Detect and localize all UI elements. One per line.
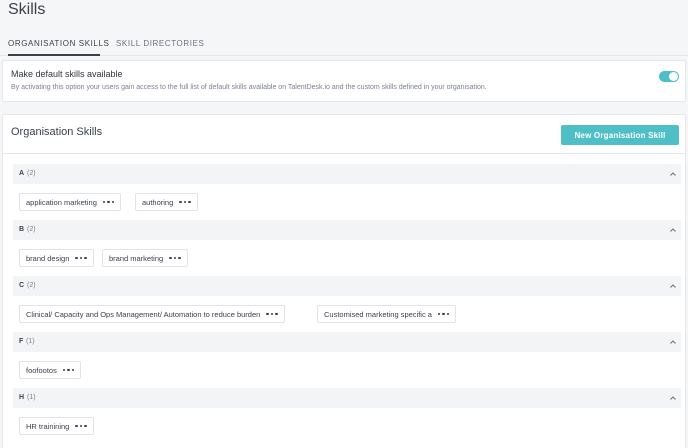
organisation-skills-card: Organisation Skills New Organisation Ski… (2, 114, 686, 448)
skill-chip[interactable]: HR trainining (19, 417, 94, 435)
skill-label: foofootos (26, 365, 57, 375)
skill-label: brand marketing (109, 253, 164, 263)
skill-chip[interactable]: Customised marketing specific a (317, 305, 457, 323)
chevron-up-icon[interactable] (669, 282, 677, 290)
group-letter: F (19, 338, 24, 345)
chevron-up-icon[interactable] (669, 226, 677, 234)
more-options-icon[interactable] (266, 312, 278, 316)
skill-chip[interactable]: application marketing (19, 193, 122, 211)
more-options-icon[interactable] (437, 312, 450, 316)
skill-chip[interactable]: Clinical/ Capacity and Ops Management/ A… (19, 305, 285, 323)
skill-group-header[interactable]: B (2) (13, 220, 681, 240)
skill-group-header[interactable]: H (1) (13, 388, 681, 408)
default-skills-card: Make default skills available By activat… (2, 60, 686, 102)
tab-skill-directories[interactable]: SKILL DIRECTORIES (116, 39, 204, 48)
skill-group-header[interactable]: A (2) (13, 164, 681, 184)
group-letter: H (19, 394, 25, 401)
more-options-icon[interactable] (102, 200, 115, 204)
default-skills-description: By activating this option your users gai… (11, 84, 487, 91)
skill-chip[interactable]: authoring (135, 193, 198, 211)
skill-label: application marketing (26, 197, 97, 207)
group-count: (1) (26, 338, 35, 345)
organisation-skills-title: Organisation Skills (11, 126, 103, 138)
divider (3, 153, 685, 154)
page-title: Skills (8, 1, 46, 18)
more-options-icon[interactable] (62, 368, 75, 372)
skill-chip[interactable]: foofootos (19, 361, 82, 379)
skill-label: Customised marketing specific a (324, 309, 432, 319)
skill-label: Clinical/ Capacity and Ops Management/ A… (26, 309, 261, 319)
skill-label: HR trainining (26, 421, 70, 431)
skill-group-header[interactable]: F (1) (13, 332, 681, 352)
default-skills-title: Make default skills available (11, 69, 123, 79)
group-count: (2) (27, 282, 36, 289)
group-count: (2) (27, 226, 36, 233)
chevron-up-icon[interactable] (669, 394, 677, 402)
tab-organisation-skills[interactable]: ORGANISATION SKILLS (8, 39, 110, 48)
tab-bar: ORGANISATION SKILLS SKILL DIRECTORIES (0, 30, 688, 56)
more-options-icon[interactable] (169, 256, 181, 260)
more-options-icon[interactable] (179, 200, 191, 204)
chevron-up-icon[interactable] (669, 170, 677, 178)
default-skills-toggle[interactable] (659, 71, 679, 82)
skill-label: brand design (26, 253, 70, 263)
group-count: (1) (27, 394, 36, 401)
group-letter: A (19, 170, 25, 177)
group-count: (2) (27, 170, 36, 177)
more-options-icon[interactable] (75, 256, 87, 260)
toggle-knob (669, 72, 678, 81)
more-options-icon[interactable] (75, 424, 87, 428)
skill-label: authoring (142, 197, 174, 207)
group-letter: C (19, 282, 25, 289)
group-letter: B (19, 226, 25, 233)
chevron-up-icon[interactable] (669, 338, 677, 346)
skill-chip[interactable]: brand marketing (102, 249, 188, 267)
new-organisation-skill-button[interactable]: New Organisation Skill (561, 125, 679, 145)
skill-group-header[interactable]: C (2) (13, 276, 681, 296)
active-tab-indicator (8, 54, 100, 56)
skill-chip[interactable]: brand design (19, 249, 94, 267)
